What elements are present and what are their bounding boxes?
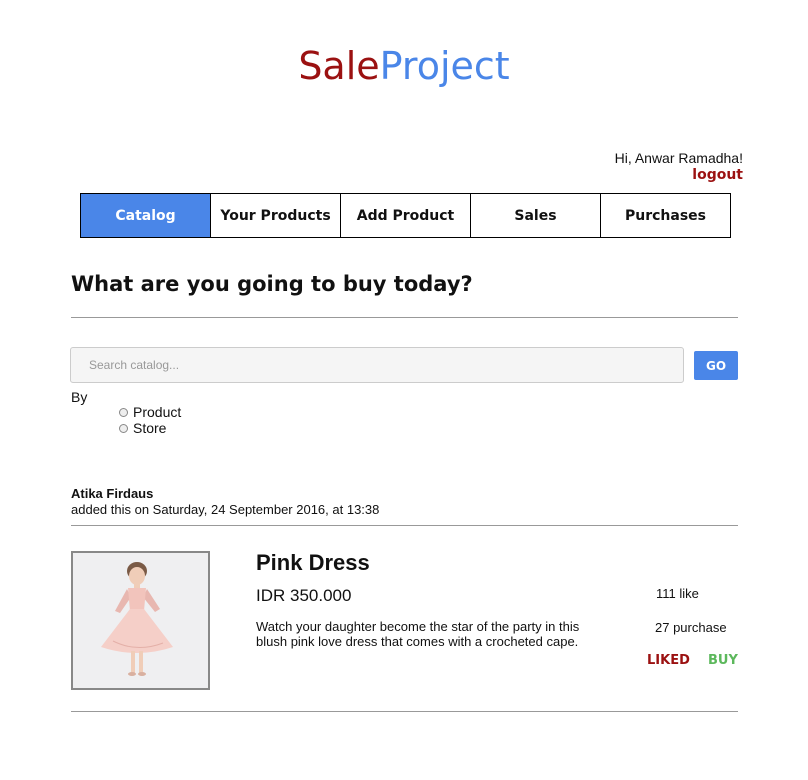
tab-catalog[interactable]: Catalog bbox=[81, 194, 211, 237]
main-nav: Catalog Your Products Add Product Sales … bbox=[80, 193, 731, 238]
product-price: IDR 350.000 bbox=[256, 586, 352, 605]
go-button[interactable]: GO bbox=[694, 351, 738, 380]
product-title[interactable]: Pink Dress bbox=[256, 550, 370, 576]
user-greeting-block: Hi, Anwar Ramadha! logout bbox=[615, 150, 743, 184]
search-input[interactable] bbox=[70, 347, 684, 383]
search-by-label: By bbox=[71, 389, 88, 405]
divider bbox=[71, 525, 738, 526]
logo-project: Project bbox=[379, 44, 510, 88]
radio-button[interactable] bbox=[119, 407, 128, 417]
product-description: Watch your daughter become the star of t… bbox=[256, 619, 580, 649]
seller-info: Atika Firdaus added this on Saturday, 24… bbox=[71, 486, 379, 518]
seller-name: Atika Firdaus bbox=[71, 486, 154, 501]
purchase-count: 27 purchase bbox=[655, 620, 727, 635]
tab-purchases[interactable]: Purchases bbox=[601, 194, 730, 237]
divider bbox=[71, 317, 738, 318]
added-date: added this on Saturday, 24 September 201… bbox=[71, 502, 380, 517]
liked-button[interactable]: LIKED bbox=[647, 653, 690, 668]
dress-photo-icon bbox=[73, 553, 208, 688]
buy-button[interactable]: BUY bbox=[708, 653, 738, 668]
logout-link[interactable]: logout bbox=[615, 167, 743, 184]
page-title: What are you going to buy today? bbox=[71, 272, 473, 296]
radio-label-store: Store bbox=[133, 420, 167, 436]
radio-option-store[interactable]: Store bbox=[119, 420, 166, 436]
radio-option-product[interactable]: Product bbox=[119, 404, 181, 420]
tab-add-product[interactable]: Add Product bbox=[341, 194, 471, 237]
radio-label-product: Product bbox=[133, 404, 182, 420]
radio-button[interactable] bbox=[119, 423, 128, 433]
divider bbox=[71, 711, 738, 712]
like-count: 111 like bbox=[656, 586, 699, 601]
logo-sale: Sale bbox=[298, 44, 380, 88]
tab-your-products[interactable]: Your Products bbox=[211, 194, 341, 237]
tab-sales[interactable]: Sales bbox=[471, 194, 601, 237]
app-logo: SaleProject bbox=[0, 42, 808, 90]
user-greeting: Hi, Anwar Ramadha! bbox=[614, 150, 743, 166]
product-image[interactable] bbox=[71, 551, 210, 690]
